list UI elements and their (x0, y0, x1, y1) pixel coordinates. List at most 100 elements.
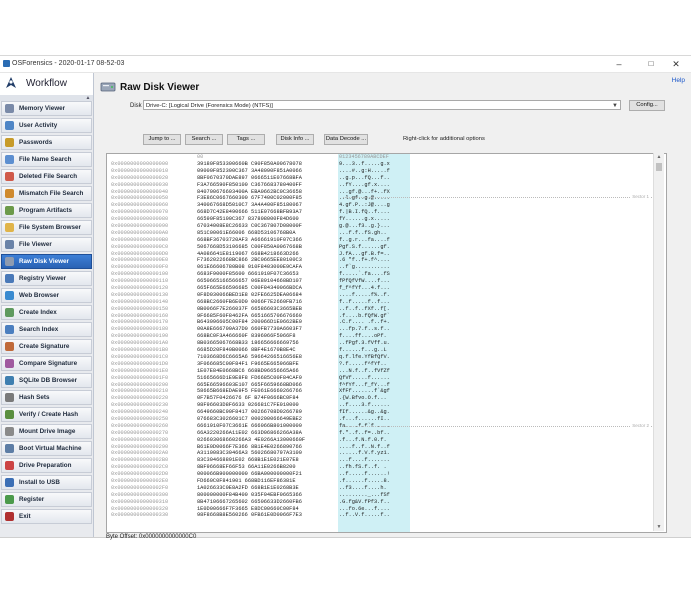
hex-row[interactable]: 0x0000000000000270 66A3220266A11E02 663D0… (107, 429, 657, 437)
workflow-header: Workflow (0, 73, 93, 96)
sidebar-item-file-viewer[interactable]: File Viewer (1, 237, 92, 252)
hex-row[interactable]: 0x00000000000001D0 3F066685C00F84F1 F9665… (107, 360, 657, 368)
hex-row[interactable]: 0x0000000000000120 665F665E66596685 C00F8… (107, 285, 657, 292)
disk-info-button[interactable]: Disk Info ... (276, 134, 314, 145)
hex-row[interactable]: 0x00000000000002F0 1A026633C0E8A2FD 668B1… (107, 484, 657, 492)
scroll-up-icon[interactable]: ▲ (654, 154, 664, 160)
hex-row[interactable]: 0x00000000000001E0 1E07E84E0668BC6 668BD9… (107, 367, 657, 375)
sidebar-item-program-artifacts[interactable]: Program Artifacts (1, 203, 92, 218)
sidebar-item-mount-drive-image[interactable]: Mount Drive Image (1, 424, 92, 439)
hex-row[interactable]: 0x0000000000000150 0B0066F7E266037F 66586… (107, 305, 657, 313)
hex-row[interactable]: 0x0000000000000300 800000000F84B400 035F0… (107, 491, 657, 499)
hex-row[interactable]: 0x0000000000000140 668BC2660FB6E0D0 0066F… (107, 298, 657, 306)
row-offset: 0x0000000000000140 (111, 298, 169, 305)
hex-row[interactable]: 0x0000000000000070 668D7C42E8490666 511E0… (107, 209, 657, 217)
hex-row[interactable]: 0x00000000000002B0 83C304668891E02 668B1E… (107, 457, 657, 465)
hex-row[interactable]: 0x0000000000000160 9F6685F60F8462FA 66516… (107, 312, 657, 320)
hex-row[interactable]: 0x0000000000000200 665E66596603E107 665F6… (107, 381, 657, 389)
hex-row[interactable]: 0x0000000000000190 668BC0F3A466660F 83960… (107, 333, 657, 341)
config-button[interactable]: Config... (629, 100, 665, 111)
sidebar-item-register[interactable]: Register (1, 492, 92, 507)
hex-row[interactable]: 0x0000000000000220 0F7B57F0426676 6F B74F… (107, 395, 657, 403)
hex-row[interactable]: 0x0000000000000060 340067668D5010C7 3A4A4… (107, 202, 657, 210)
file-search-icon (5, 155, 14, 164)
sidebar-item-file-system-browser[interactable]: File System Browser (1, 220, 92, 235)
hex-row[interactable]: 0x0000000000000030 F3A766590F850100 C3676… (107, 181, 657, 189)
hex-row[interactable]: 0x0000000000000110 6650665166566657 06E89… (107, 278, 657, 286)
row-hex-bytes: 4A086641E8119067 668B4218663D266 (197, 250, 299, 257)
hex-row[interactable]: 0x0000000000000280 026603068660266A3 4E02… (107, 436, 657, 444)
minimize-button[interactable]: – (607, 58, 631, 70)
hex-row[interactable]: 0x0000000000000000 39180F853300660B C90F8… (107, 161, 657, 168)
hex-row[interactable]: 0x0000000000000020 8BF0670370DAE897 06665… (107, 174, 657, 182)
hex-row[interactable]: 0x0000000000000090 67034008E8C26633 C0C36… (107, 223, 657, 230)
hex-row[interactable]: 0x00000000000000B0 668BF36703720AF3 A6666… (107, 236, 657, 244)
close-button[interactable]: ✕ (664, 58, 688, 70)
hex-row[interactable]: 0x00000000000001F0 51665666D1E9E8F8 FD668… (107, 374, 657, 382)
hex-row[interactable]: 0x00000000000000A0 851C00061E66006 668D53… (107, 229, 657, 237)
hex-row[interactable]: 0x00000000000000C0 5067668D53106685 C00F8… (107, 243, 657, 251)
hex-row[interactable]: 0x0000000000000240 6649660BC90F8417 00266… (107, 409, 657, 416)
row-offset: 0x0000000000000320 (111, 505, 169, 512)
scroll-down-icon[interactable]: ▼ (654, 524, 664, 530)
sidebar-item-create-index[interactable]: Create Index (1, 305, 92, 320)
hex-row[interactable]: 0x0000000000000080 66590F85100C367 837808… (107, 216, 657, 224)
hex-row[interactable]: 0x0000000000000130 0F8D030066BED1E8 02FE6… (107, 291, 657, 299)
sidebar-item-compare-signature[interactable]: Compare Signature (1, 356, 92, 371)
sidebar-item-exit[interactable]: Exit (1, 509, 92, 524)
sidebar-item-sqlite-db-browser[interactable]: SQLite DB Browser (1, 373, 92, 388)
hex-row[interactable]: 0x0000000000000230 98F96603D8F6633 026681… (107, 402, 657, 410)
jump-to-button[interactable]: Jump to ... (143, 134, 181, 145)
hex-row[interactable]: 0x00000000000001B0 6685D20F840B0066 8BF4E… (107, 347, 657, 354)
hex-scrollbar[interactable]: ▲ ▼ (653, 153, 664, 531)
hex-row[interactable]: 0x0000000000000170 B643096605C00F84 20006… (107, 319, 657, 327)
scrollbar-thumb[interactable] (656, 163, 662, 171)
sidebar-item-registry-viewer[interactable]: Registry Viewer (1, 271, 92, 286)
tags-button[interactable]: Tags ... (227, 134, 265, 145)
help-link[interactable]: Help (672, 77, 685, 84)
hex-row[interactable]: 0x0000000000000330 98F8668B8E560266 0FB61… (107, 512, 657, 520)
hex-row[interactable]: 0x00000000000000E0 F7362022668BC866 2BC06… (107, 257, 657, 265)
sidebar-item-hash-sets[interactable]: Hash Sets (1, 390, 92, 405)
row-offset: 0x00000000000000E0 (111, 257, 169, 264)
sidebar-item-user-activity[interactable]: User Activity (1, 118, 92, 133)
hex-row[interactable]: 0x0000000000000310 8B47106667265602 66506… (107, 498, 657, 506)
maximize-button[interactable]: □ (639, 58, 663, 70)
sidebar-item-deleted-file-search[interactable]: Deleted File Search (1, 169, 92, 184)
sidebar-item-search-index[interactable]: Search Index (1, 322, 92, 337)
sidebar-item-mismatch-file-search[interactable]: Mismatch File Search (1, 186, 92, 201)
hex-row[interactable]: 0x0000000000000040 840700676603400A EBA06… (107, 188, 657, 196)
hex-row[interactable]: 0x00000000000000D0 4A086641E8119067 668B4… (107, 250, 657, 258)
hex-row[interactable]: 0x00000000000002D0 000066B900000000 66BA0… (107, 471, 657, 478)
sidebar-item-drive-preparation[interactable]: Drive Preparation (1, 458, 92, 473)
hex-row[interactable]: 0x00000000000001A0 8B03665067668B33 18665… (107, 340, 657, 348)
row-ascii: ..fY....gf.x.... (338, 181, 409, 189)
sidebar-item-label: Mount Drive Image (19, 428, 76, 435)
hex-row[interactable]: 0x0000000000000290 B61E0D0066F7E366 8B1E4… (107, 443, 657, 451)
hex-row[interactable]: 0x00000000000002A0 A3110083C30466A3 56026… (107, 450, 657, 458)
sidebar-item-passwords[interactable]: Passwords (1, 135, 92, 150)
chevron-down-icon[interactable]: ▼ (612, 101, 618, 111)
sidebar-item-file-name-search[interactable]: File Name Search (1, 152, 92, 167)
hex-row[interactable]: 0x00000000000002E0 FD660C0F841901 668BD11… (107, 477, 657, 485)
hex-row[interactable]: 0x0000000000000210 58665B668EDAE9F5 FE061… (107, 388, 657, 396)
hex-row[interactable]: 0x0000000000000100 6683F9000F85600 666191… (107, 271, 657, 279)
sidebar-item-web-browser[interactable]: Web Browser (1, 288, 92, 303)
hex-row[interactable]: 0x0000000000000010 09000F852300C367 3A480… (107, 167, 657, 175)
sidebar-item-memory-viewer[interactable]: Memory Viewer (1, 101, 92, 116)
sidebar-item-raw-disk-viewer[interactable]: Raw Disk Viewer (1, 254, 92, 269)
disk-select[interactable]: Drive-C: [Logical Drive (Forensics Mode)… (143, 100, 621, 110)
sidebar-item-install-to-usb[interactable]: Install to USB (1, 475, 92, 490)
hex-view[interactable]: 00 0123456789ABCDEF 0x0000000000000000 39… (106, 153, 667, 533)
hex-row[interactable]: 0x0000000000000250 076683C3026601C7 00020… (107, 415, 657, 423)
hex-row[interactable]: 0x00000000000000F0 061E66606780B08 010F84… (107, 264, 657, 272)
hex-row[interactable]: 0x00000000000002C0 8BF96668EF66F53 66A11E… (107, 464, 657, 472)
hex-row[interactable]: 0x00000000000001C0 7103668D6C6665A6 59664… (107, 353, 657, 361)
sidebar-item-create-signature[interactable]: Create Signature (1, 339, 92, 354)
sidebar-item-verify-create-hash[interactable]: Verify / Create Hash (1, 407, 92, 422)
sidebar-item-boot-virtual-machine[interactable]: Boot Virtual Machine (1, 441, 92, 456)
hex-row[interactable]: 0x0000000000000320 1E0D00666F7F3665 E8DC0… (107, 505, 657, 513)
hex-row[interactable]: 0x0000000000000180 00A8E666700A37D0 660FB… (107, 326, 657, 334)
data-decode-button[interactable]: Data Decode ... (324, 134, 368, 145)
search-button[interactable]: Search ... (185, 134, 223, 145)
